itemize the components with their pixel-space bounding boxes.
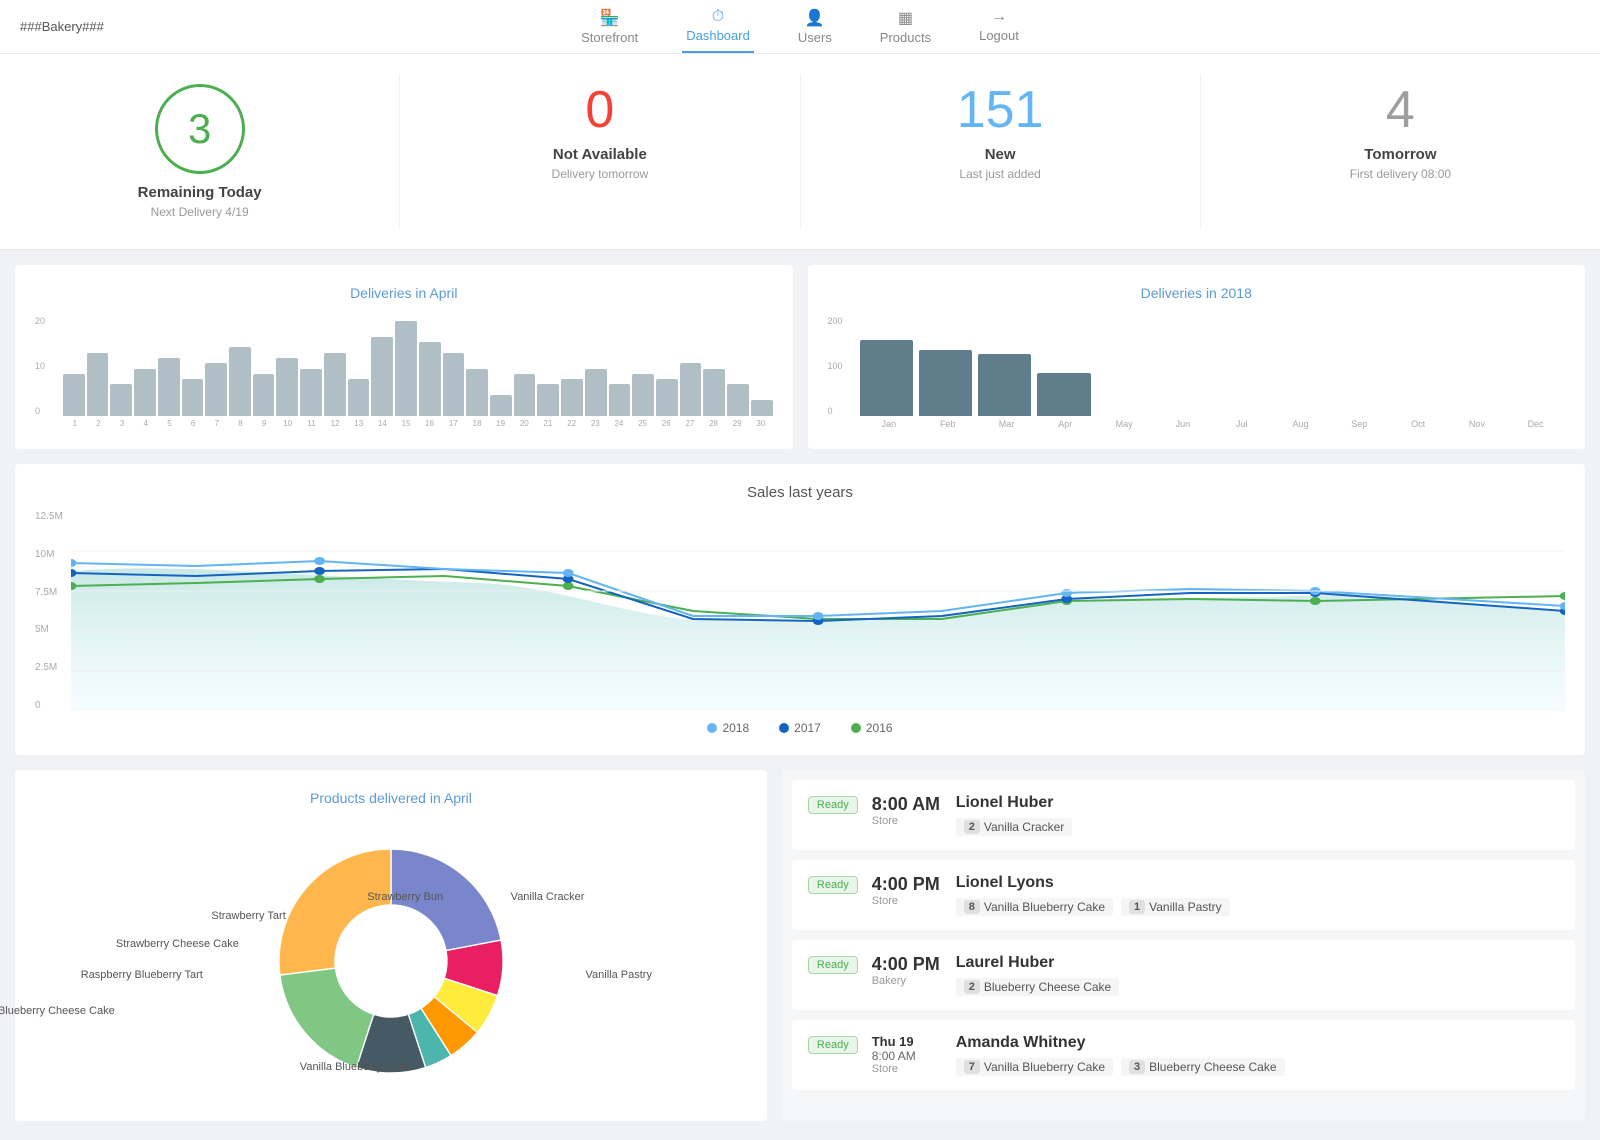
product-tag: 2 Vanilla Cracker xyxy=(956,818,1073,836)
sales-legend: 2018 2017 2016 xyxy=(35,721,1565,735)
stat-new-label: New xyxy=(821,146,1180,163)
stat-notavail-sub: Delivery tomorrow xyxy=(420,167,779,181)
products-icon: ▦ xyxy=(898,8,913,28)
delivery-item: Ready 8:00 AM Store Lionel Huber 2 Vanil… xyxy=(792,780,1575,850)
ready-badge: Ready xyxy=(808,956,858,974)
users-icon: 👤 xyxy=(805,8,825,28)
stat-notavail-label: Not Available xyxy=(420,146,779,163)
stat-tomorrow-number: 4 xyxy=(1221,84,1580,136)
deliveries-list: Ready 8:00 AM Store Lionel Huber 2 Vanil… xyxy=(782,770,1585,1121)
nav-users[interactable]: 👤 Users xyxy=(794,0,836,53)
chart-april-title: Deliveries in April xyxy=(35,285,773,301)
product-qty: 1 xyxy=(1129,900,1145,914)
stat-remaining-number: 3 xyxy=(155,84,245,174)
nav-logout-label: Logout xyxy=(979,28,1019,43)
delivery-name: Amanda Whitney xyxy=(956,1034,1559,1052)
legend-2016-dot xyxy=(851,723,861,733)
product-tag: 2 Blueberry Cheese Cake xyxy=(956,978,1120,996)
product-qty: 2 xyxy=(964,980,980,994)
nav-logout[interactable]: → Logout xyxy=(975,0,1023,53)
legend-2017: 2017 xyxy=(779,721,821,735)
product-name: Vanilla Pastry xyxy=(1149,900,1221,914)
stats-row: 3 Remaining Today Next Delivery 4/19 0 N… xyxy=(0,54,1600,250)
nav-dashboard[interactable]: ⏱ Dashboard xyxy=(682,0,754,53)
nav-products[interactable]: ▦ Products xyxy=(876,0,935,53)
pie-chart-title: Products delivered in April xyxy=(35,790,747,806)
legend-2016: 2016 xyxy=(851,721,893,735)
product-name: Blueberry Cheese Cake xyxy=(1149,1060,1276,1074)
delivery-time: 8:00 AM Store xyxy=(872,794,942,827)
legend-2018-label: 2018 xyxy=(722,721,749,735)
delivery-products: 8 Vanilla Blueberry Cake 1 Vanilla Pastr… xyxy=(956,898,1559,916)
ready-badge: Ready xyxy=(808,1036,858,1054)
product-qty: 3 xyxy=(1129,1060,1145,1074)
product-tag: 3 Blueberry Cheese Cake xyxy=(1121,1058,1285,1076)
stat-remaining-sub: Next Delivery 4/19 xyxy=(20,205,379,219)
product-qty: 7 xyxy=(964,1060,980,1074)
ready-badge: Ready xyxy=(808,796,858,814)
ready-badge: Ready xyxy=(808,876,858,894)
delivery-products: 2 Vanilla Cracker xyxy=(956,818,1559,836)
legend-2017-dot xyxy=(779,723,789,733)
nav-products-label: Products xyxy=(880,30,931,45)
delivery-info: Amanda Whitney 7 Vanilla Blueberry Cake … xyxy=(956,1034,1559,1076)
delivery-time: 4:00 PM Store xyxy=(872,874,942,907)
product-tag: 7 Vanilla Blueberry Cake xyxy=(956,1058,1113,1076)
delivery-products: 2 Blueberry Cheese Cake xyxy=(956,978,1559,996)
sales-chart: Sales last years 12.5M10M7.5M5M2.5M0 xyxy=(15,464,1585,755)
storefront-icon: 🏪 xyxy=(600,8,620,28)
stat-tomorrow-label: Tomorrow xyxy=(1221,146,1580,163)
nav-dashboard-label: Dashboard xyxy=(686,28,750,43)
stat-notavail: 0 Not Available Delivery tomorrow xyxy=(400,74,800,229)
product-name: Blueberry Cheese Cake xyxy=(984,980,1111,994)
stat-new-number: 151 xyxy=(821,84,1180,136)
delivery-item: Ready Thu 198:00 AM Store Amanda Whitney… xyxy=(792,1020,1575,1090)
product-tag: 1 Vanilla Pastry xyxy=(1121,898,1230,916)
stat-remaining: 3 Remaining Today Next Delivery 4/19 xyxy=(0,74,400,229)
stat-new-sub: Last just added xyxy=(821,167,1180,181)
product-name: Vanilla Blueberry Cake xyxy=(984,900,1105,914)
legend-2016-label: 2016 xyxy=(866,721,893,735)
product-tag: 8 Vanilla Blueberry Cake xyxy=(956,898,1113,916)
pie-container: Blueberry Cheese CakeRaspberry Blueberry… xyxy=(35,821,747,1101)
product-qty: 2 xyxy=(964,820,980,834)
nav-storefront-label: Storefront xyxy=(581,30,638,45)
stat-notavail-number: 0 xyxy=(420,84,779,136)
product-name: Vanilla Cracker xyxy=(984,820,1064,834)
legend-2017-label: 2017 xyxy=(794,721,821,735)
legend-2018-dot xyxy=(707,723,717,733)
pie-chart-box: Products delivered in April Blueberry Ch… xyxy=(15,770,767,1121)
top-charts: Deliveries in April 20100 12345678910111… xyxy=(15,265,1585,449)
chart-2018-title: Deliveries in 2018 xyxy=(828,285,1566,301)
nav-items: 🏪 Storefront ⏱ Dashboard 👤 Users ▦ Produ… xyxy=(577,0,1023,53)
legend-2018: 2018 xyxy=(707,721,749,735)
delivery-info: Lionel Lyons 8 Vanilla Blueberry Cake 1 … xyxy=(956,874,1559,916)
sales-chart-title: Sales last years xyxy=(35,484,1565,501)
stat-tomorrow-sub: First delivery 08:00 xyxy=(1221,167,1580,181)
product-name: Vanilla Blueberry Cake xyxy=(984,1060,1105,1074)
stat-tomorrow: 4 Tomorrow First delivery 08:00 xyxy=(1201,74,1600,229)
delivery-name: Lionel Huber xyxy=(956,794,1559,812)
stat-remaining-label: Remaining Today xyxy=(20,184,379,201)
delivery-time: 4:00 PM Bakery xyxy=(872,954,942,987)
delivery-info: Laurel Huber 2 Blueberry Cheese Cake xyxy=(956,954,1559,996)
bottom-section: Products delivered in April Blueberry Ch… xyxy=(15,770,1585,1121)
chart-april: Deliveries in April 20100 12345678910111… xyxy=(15,265,793,449)
logout-icon: → xyxy=(991,8,1007,26)
delivery-item: Ready 4:00 PM Bakery Laurel Huber 2 Blue… xyxy=(792,940,1575,1010)
delivery-products: 7 Vanilla Blueberry Cake 3 Blueberry Che… xyxy=(956,1058,1559,1076)
delivery-name: Laurel Huber xyxy=(956,954,1559,972)
delivery-name: Lionel Lyons xyxy=(956,874,1559,892)
brand: ###Bakery### xyxy=(20,19,104,34)
navigation: ###Bakery### 🏪 Storefront ⏱ Dashboard 👤 … xyxy=(0,0,1600,54)
chart-2018: Deliveries in 2018 2001000 JanFebMarAprM… xyxy=(808,265,1586,449)
delivery-item: Ready 4:00 PM Store Lionel Lyons 8 Vanil… xyxy=(792,860,1575,930)
nav-users-label: Users xyxy=(798,30,832,45)
stat-new: 151 New Last just added xyxy=(801,74,1201,229)
delivery-time: Thu 198:00 AM Store xyxy=(872,1034,942,1075)
nav-storefront[interactable]: 🏪 Storefront xyxy=(577,0,642,53)
delivery-info: Lionel Huber 2 Vanilla Cracker xyxy=(956,794,1559,836)
dashboard-icon: ⏱ xyxy=(712,8,724,26)
product-qty: 8 xyxy=(964,900,980,914)
